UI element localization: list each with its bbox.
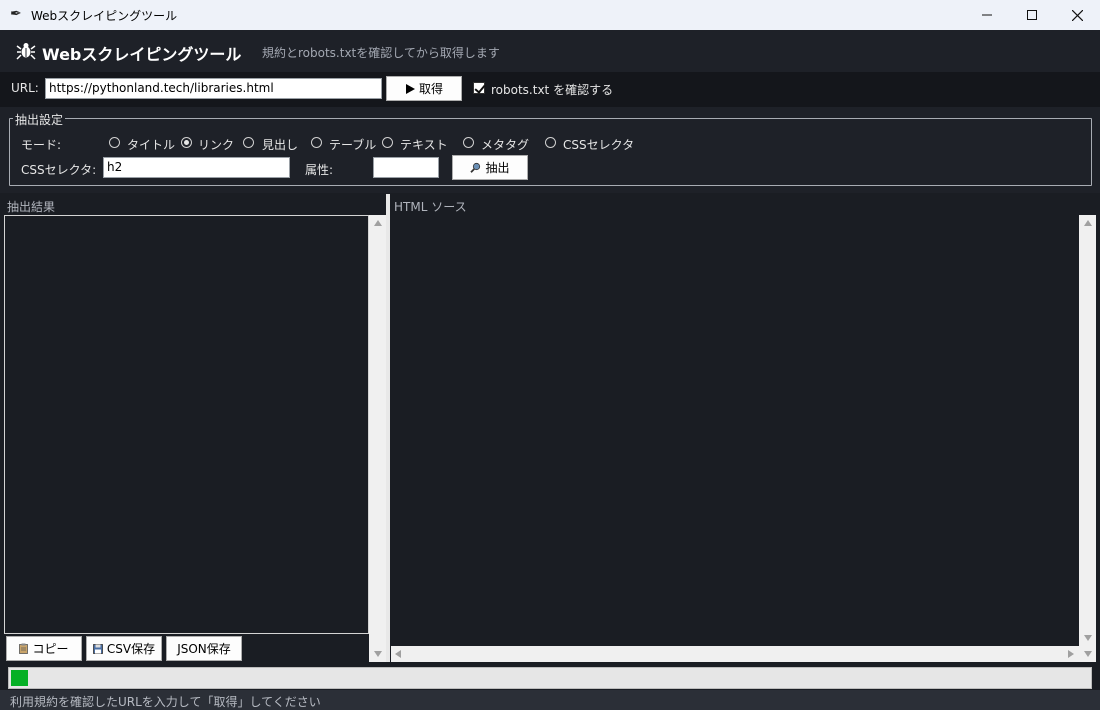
status-text: 利用規約を確認したURLを入力して「取得」してください	[10, 695, 321, 709]
csv-save-button-label: CSV保存	[106, 642, 156, 656]
extract-button-label: 抽出	[485, 161, 510, 175]
scroll-up-icon	[1084, 220, 1092, 226]
fetch-button-label: 取得	[418, 82, 443, 96]
mode-radio-text-label: テキスト	[400, 138, 448, 152]
close-icon	[1071, 9, 1083, 21]
mode-radio-meta[interactable]	[463, 137, 474, 148]
scroll-up-icon	[374, 220, 382, 226]
scroll-left-icon	[395, 650, 401, 658]
scroll-right-icon	[1068, 650, 1074, 658]
mode-label: モード:	[21, 138, 62, 152]
pane-divider[interactable]	[386, 194, 390, 662]
mode-radio-css[interactable]	[545, 137, 556, 148]
mode-radio-meta-label: メタタグ	[481, 138, 530, 152]
feather-icon: ✒	[10, 6, 22, 22]
url-label: URL:	[11, 81, 39, 95]
progress-fill	[11, 670, 28, 686]
mode-radio-heading[interactable]	[243, 137, 254, 148]
floppy-disk-icon	[92, 643, 103, 654]
magnifier-icon	[470, 162, 481, 173]
attribute-label: 属性:	[305, 163, 334, 177]
scroll-down-icon	[1084, 635, 1092, 641]
results-textbox[interactable]	[4, 215, 369, 634]
css-selector-input[interactable]: h2	[103, 157, 290, 178]
json-save-button-label: JSON保存	[177, 642, 231, 656]
mode-radio-table[interactable]	[311, 137, 322, 148]
results-label: 抽出結果	[7, 200, 56, 214]
mode-radio-css-label: CSSセレクタ	[563, 138, 635, 152]
status-bar: 利用規約を確認したURLを入力して「取得」してください	[0, 690, 1100, 710]
source-horizontal-scrollbar[interactable]	[391, 646, 1079, 662]
extract-button[interactable]: 抽出	[452, 155, 528, 180]
css-selector-label: CSSセレクタ:	[21, 163, 97, 177]
copy-button[interactable]: コピー	[6, 636, 82, 661]
minimize-icon	[982, 14, 992, 16]
mode-radio-link-label: リンク	[198, 138, 235, 152]
bug-icon	[16, 43, 36, 60]
app-subtitle: 規約とrobots.txtを確認してから取得します	[262, 46, 500, 60]
scrollbar-corner	[1079, 646, 1096, 662]
mode-radio-title[interactable]	[109, 137, 120, 148]
progress-bar	[8, 667, 1092, 689]
csv-save-button[interactable]: CSV保存	[86, 636, 162, 661]
mode-radio-link[interactable]	[181, 137, 192, 148]
extract-settings-title: 抽出設定	[13, 111, 66, 128]
mode-radio-text[interactable]	[382, 137, 393, 148]
results-scrollbar[interactable]	[369, 215, 386, 662]
play-icon	[405, 83, 415, 94]
mode-radio-heading-label: 見出し	[262, 138, 299, 152]
maximize-icon	[1027, 10, 1037, 20]
app-header: Webスクレイピングツール 規約とrobots.txtを確認してから取得します	[0, 30, 1100, 72]
mode-radio-title-label: タイトル	[127, 138, 176, 152]
json-save-button[interactable]: JSON保存	[166, 636, 242, 661]
html-source-label: HTML ソース	[394, 200, 467, 214]
html-source-textbox[interactable]	[391, 215, 1079, 646]
robots-checkbox[interactable]	[473, 82, 485, 94]
scroll-down-icon	[374, 651, 382, 657]
maximize-button[interactable]	[1009, 0, 1055, 30]
robots-checkbox-label: robots.txt を確認する	[491, 83, 614, 97]
minimize-button[interactable]	[964, 0, 1010, 30]
mode-radio-table-label: テーブル	[329, 138, 377, 152]
url-input[interactable]: https://pythonland.tech/libraries.html	[45, 78, 382, 99]
clipboard-icon	[19, 643, 29, 654]
app-title: Webスクレイピングツール	[42, 45, 242, 64]
scroll-down-icon	[1084, 651, 1092, 657]
fetch-button[interactable]: 取得	[386, 76, 462, 101]
window-title: Webスクレイピングツール	[31, 9, 178, 23]
source-vertical-scrollbar[interactable]	[1079, 215, 1096, 646]
close-button[interactable]	[1054, 0, 1100, 30]
copy-button-label: コピー	[32, 642, 69, 656]
window-titlebar: ✒ Webスクレイピングツール	[0, 0, 1100, 30]
attribute-input[interactable]	[373, 157, 439, 178]
